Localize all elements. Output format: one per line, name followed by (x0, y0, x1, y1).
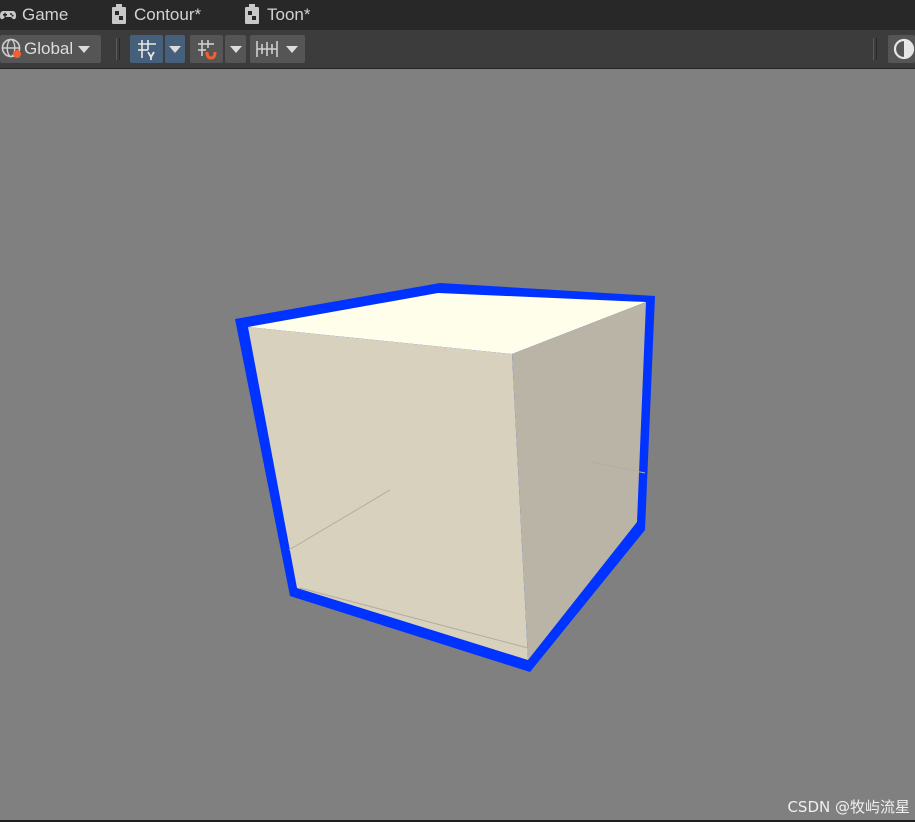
gamepad-icon (0, 11, 16, 20)
chevron-down-icon (78, 46, 91, 53)
chevron-down-icon (286, 46, 298, 53)
pivot-rotation-label: Global (24, 39, 74, 58)
grid-snap-toggle[interactable] (130, 35, 163, 63)
scene-toolbar: Global (0, 30, 915, 69)
ruler-icon (256, 41, 278, 57)
pivot-rotation-dropdown[interactable]: Global (0, 35, 101, 63)
grid-snap-icon (137, 40, 156, 60)
tab-game[interactable]: Game (0, 0, 68, 30)
toolbar-divider (876, 38, 877, 60)
cube-front-face (248, 327, 528, 660)
chevron-down-icon (169, 46, 181, 53)
shading-mode-icon (893, 38, 915, 60)
globe-icon (1, 38, 21, 58)
scene-viewport[interactable] (0, 69, 915, 822)
toolbar-divider (116, 38, 117, 60)
tab-label: Contour* (134, 5, 202, 24)
watermark: CSDN @牧屿流星 (787, 798, 910, 816)
draw-mode-button[interactable] (888, 35, 915, 63)
chevron-down-icon (229, 46, 242, 53)
tab-label: Toon* (267, 5, 311, 24)
cube-object[interactable] (0, 69, 915, 822)
snap-settings-dropdown[interactable] (250, 35, 305, 63)
grid-snap-dropdown[interactable] (165, 35, 185, 63)
shader-graph-icon (245, 4, 259, 24)
tab-label: Game (22, 5, 69, 24)
toolbar-divider (873, 38, 874, 60)
tab-toon[interactable]: Toon* (243, 0, 310, 30)
toolbar-divider (119, 38, 120, 60)
tab-contour[interactable]: Contour* (110, 0, 201, 30)
increment-snap-icon (197, 40, 216, 60)
shader-graph-icon (112, 4, 126, 24)
increment-snap-dropdown[interactable] (225, 35, 246, 63)
window-tab-bar: Game Contour* Toon* (0, 0, 915, 30)
increment-snap-toggle[interactable] (190, 35, 223, 63)
